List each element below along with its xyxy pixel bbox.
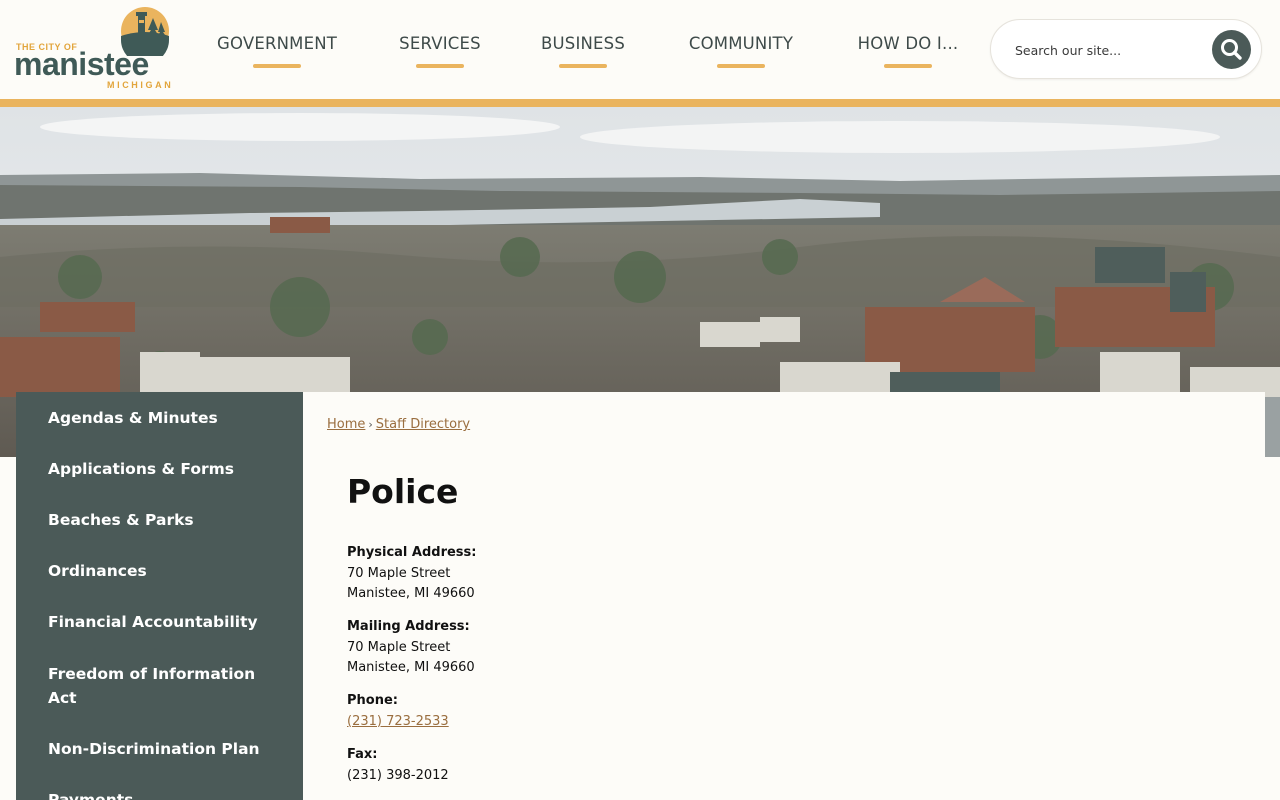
search-input[interactable]: [1015, 39, 1205, 61]
phone-block: Phone: (231) 723-2533: [347, 691, 449, 732]
phone-link[interactable]: (231) 723-2533: [347, 714, 449, 729]
logo-state: MICHIGAN: [107, 80, 174, 90]
physical-address-label: Physical Address:: [347, 545, 477, 560]
nav-government-label: GOVERNMENT: [216, 34, 338, 53]
sidebar-item-applications-forms[interactable]: Applications & Forms: [16, 457, 254, 481]
nav-underline: [416, 64, 464, 68]
phone-label: Phone:: [347, 693, 398, 708]
sidebar-item-foia[interactable]: Freedom of Information Act: [16, 662, 276, 710]
mailing-address-label: Mailing Address:: [347, 619, 470, 634]
breadcrumb-home-link[interactable]: Home: [327, 417, 365, 432]
fax-number: (231) 398-2012: [347, 767, 449, 783]
mailing-address-line1: 70 Maple Street: [347, 639, 451, 655]
mailing-address: Mailing Address: 70 Maple Street Maniste…: [347, 617, 475, 679]
header-accent-bar: [0, 99, 1280, 107]
nav-services-label: SERVICES: [399, 34, 481, 53]
nav-how-do-i-label: HOW DO I...: [857, 34, 959, 53]
nav-business[interactable]: BUSINESS: [538, 34, 628, 70]
physical-address: Physical Address: 70 Maple Street Manist…: [347, 543, 477, 605]
nav-business-label: BUSINESS: [540, 34, 626, 53]
sidebar-item-financial-accountability[interactable]: Financial Accountability: [16, 610, 278, 634]
fax-block: Fax: (231) 398-2012: [347, 745, 449, 786]
sidebar-nav: Agendas & Minutes Applications & Forms B…: [16, 392, 303, 800]
sidebar-item-ordinances[interactable]: Ordinances: [16, 559, 167, 583]
sidebar-item-agendas-minutes[interactable]: Agendas & Minutes: [16, 406, 238, 430]
page-title: Police: [347, 472, 459, 511]
search-icon: [1221, 39, 1242, 60]
fax-label: Fax:: [347, 747, 378, 762]
breadcrumb-staff-directory-link[interactable]: Staff Directory: [376, 417, 470, 432]
nav-underline: [559, 64, 607, 68]
site-search: [990, 19, 1262, 79]
physical-address-line2: Manistee, MI 49660: [347, 586, 475, 601]
mailing-address-line2: Manistee, MI 49660: [347, 660, 475, 675]
city-logo[interactable]: THE CITY OF manistee MICHIGAN: [14, 6, 174, 92]
search-button[interactable]: [1212, 30, 1251, 69]
nav-underline: [884, 64, 932, 68]
sidebar-item-payments[interactable]: Payments: [16, 788, 153, 800]
breadcrumb-separator: ›: [368, 418, 373, 431]
nav-underline: [717, 64, 765, 68]
main-content: Home › Staff Directory Police Physical Add…: [303, 392, 1265, 800]
nav-government[interactable]: GOVERNMENT: [213, 34, 341, 70]
nav-underline: [253, 64, 301, 68]
breadcrumb: Home › Staff Directory: [327, 417, 470, 432]
physical-address-line1: 70 Maple Street: [347, 565, 451, 581]
nav-services[interactable]: SERVICES: [397, 34, 483, 70]
nav-how-do-i[interactable]: HOW DO I...: [855, 34, 961, 70]
site-header: THE CITY OF manistee MICHIGAN GOVERNMENT…: [0, 0, 1280, 100]
nav-community-label: COMMUNITY: [688, 34, 794, 53]
sidebar-item-beaches-parks[interactable]: Beaches & Parks: [16, 508, 214, 532]
logo-city-name: manistee: [14, 46, 149, 82]
sidebar-item-non-discrimination-plan[interactable]: Non-Discrimination Plan: [16, 737, 280, 761]
nav-community[interactable]: COMMUNITY: [685, 34, 797, 70]
